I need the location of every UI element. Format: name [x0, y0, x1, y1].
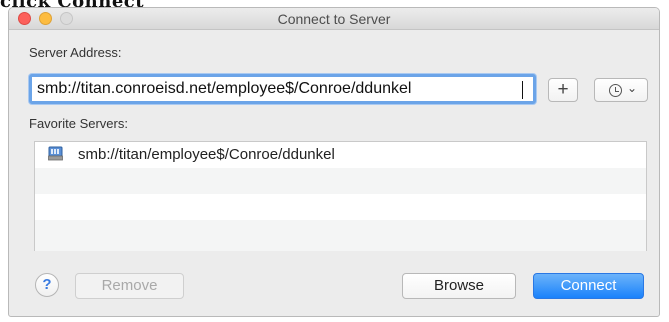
list-item[interactable]: smb://titan/employee$/Conroe/ddunkel — [35, 142, 646, 168]
add-favorite-button[interactable]: + — [548, 78, 578, 102]
server-address-field[interactable] — [29, 74, 536, 104]
recent-servers-button[interactable]: ⌄ — [594, 78, 648, 102]
server-address-input[interactable] — [32, 77, 533, 101]
favorite-server-address: smb://titan/employee$/Conroe/ddunkel — [78, 146, 335, 163]
help-button[interactable]: ? — [35, 273, 59, 297]
network-server-icon — [48, 146, 63, 161]
window-title: Connect to Server — [277, 11, 391, 27]
clock-icon — [609, 84, 622, 97]
browse-button[interactable]: Browse — [402, 273, 516, 299]
text-caret — [522, 81, 523, 99]
empty-row — [35, 168, 646, 194]
remove-button: Remove — [75, 273, 184, 299]
empty-row — [35, 194, 646, 220]
server-address-label: Server Address: — [29, 45, 122, 60]
favorite-servers-list[interactable]: smb://titan/employee$/Conroe/ddunkel — [34, 141, 647, 251]
empty-row — [35, 220, 646, 251]
plus-icon: + — [557, 79, 569, 100]
connect-button[interactable]: Connect — [533, 273, 644, 299]
title-bar[interactable]: Connect to Server — [9, 8, 659, 30]
connect-to-server-dialog: Connect to Server Server Address: + ⌄ Fa… — [8, 7, 660, 317]
chevron-down-icon: ⌄ — [627, 81, 638, 95]
favorite-servers-label: Favorite Servers: — [29, 116, 128, 131]
